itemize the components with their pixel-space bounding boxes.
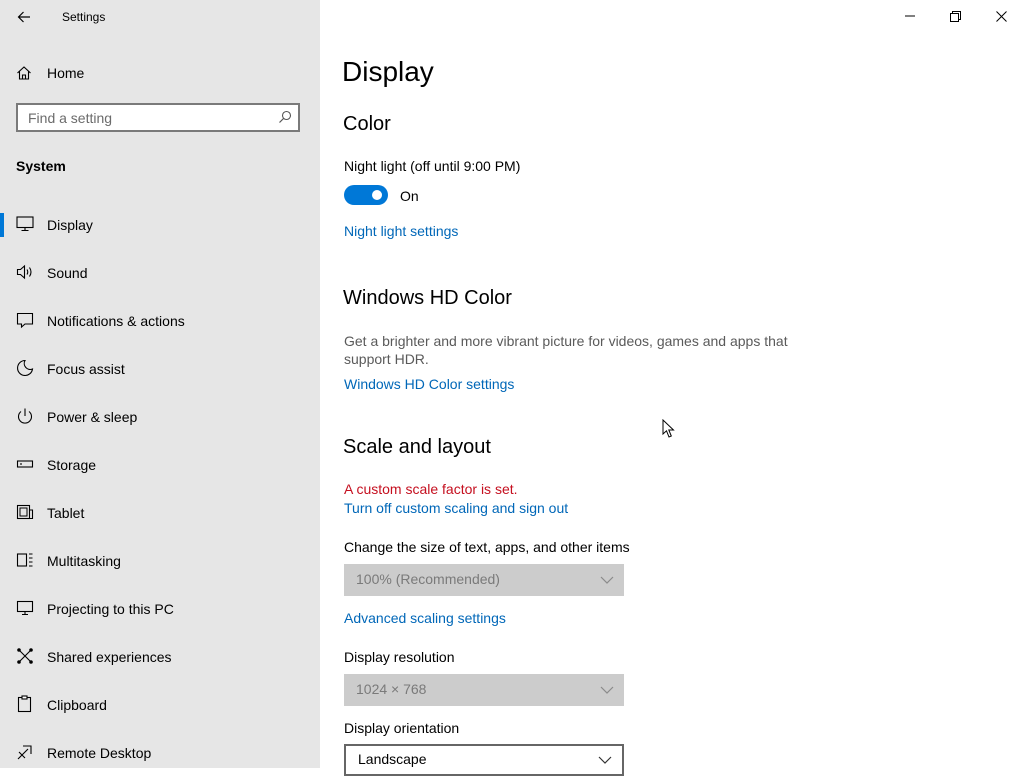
hd-color-settings-link[interactable]: Windows HD Color settings <box>344 376 514 392</box>
mouse-cursor-icon <box>662 419 675 438</box>
night-light-settings-link[interactable]: Night light settings <box>344 223 458 239</box>
search-box <box>16 103 300 132</box>
restore-button[interactable] <box>932 0 978 32</box>
sidebar-item-label: Notifications & actions <box>47 313 185 329</box>
sidebar-item-label: Storage <box>47 457 97 473</box>
sidebar-item-sound[interactable]: Sound <box>0 249 320 297</box>
minimize-icon <box>905 15 915 17</box>
sidebar-item-label: Shared experiences <box>47 649 172 665</box>
scale-layout-heading: Scale and layout <box>343 436 491 458</box>
sidebar-item-label: Projecting to this PC <box>47 601 174 617</box>
sidebar-nav: Display Sound Notifications & actions Fo… <box>0 201 320 777</box>
restore-icon <box>949 10 961 22</box>
scale-dropdown[interactable]: 100% (Recommended) <box>344 564 624 596</box>
home-nav-item[interactable]: Home <box>0 58 320 90</box>
sidebar-item-label: Power & sleep <box>47 409 138 425</box>
chevron-down-icon <box>600 576 614 584</box>
sidebar-item-projecting[interactable]: Projecting to this PC <box>0 585 320 633</box>
sidebar-item-storage[interactable]: Storage <box>0 441 320 489</box>
scale-dropdown-value: 100% (Recommended) <box>356 571 500 587</box>
close-button[interactable] <box>978 0 1024 32</box>
sidebar-item-label: Display <box>47 217 93 233</box>
color-heading: Color <box>343 113 391 135</box>
sidebar-item-notifications[interactable]: Notifications & actions <box>0 297 320 345</box>
sidebar-item-multitasking[interactable]: Multitasking <box>0 537 320 585</box>
home-icon <box>17 66 31 80</box>
section-header-system: System <box>16 158 66 174</box>
monitor-icon <box>16 216 34 232</box>
chevron-down-icon <box>598 756 612 764</box>
resolution-label: Display resolution <box>344 649 455 665</box>
sidebar-item-tablet[interactable]: Tablet <box>0 489 320 537</box>
scale-size-label: Change the size of text, apps, and other… <box>344 539 630 555</box>
active-indicator <box>0 213 4 237</box>
search-icon[interactable] <box>278 110 292 124</box>
toggle-state-label: On <box>400 188 419 204</box>
sidebar: Settings Home System Display So <box>0 0 320 768</box>
sidebar-item-label: Tablet <box>47 505 85 521</box>
sidebar-item-label: Clipboard <box>47 697 107 713</box>
remote-desktop-icon <box>17 745 32 760</box>
notification-icon <box>16 312 34 329</box>
tablet-icon <box>16 504 34 520</box>
turn-off-custom-scaling-link[interactable]: Turn off custom scaling and sign out <box>344 500 568 516</box>
sidebar-item-label: Multitasking <box>47 553 121 569</box>
sidebar-item-display[interactable]: Display <box>0 201 320 249</box>
sidebar-item-clipboard[interactable]: Clipboard <box>0 681 320 729</box>
night-light-label: Night light (off until 9:00 PM) <box>344 158 521 174</box>
multitasking-icon <box>16 553 33 567</box>
power-icon <box>17 408 33 424</box>
toggle-knob <box>372 190 382 200</box>
page-title: Display <box>342 56 434 87</box>
sidebar-item-shared-experiences[interactable]: Shared experiences <box>0 633 320 681</box>
hd-color-heading: Windows HD Color <box>343 287 512 309</box>
sidebar-item-focus-assist[interactable]: Focus assist <box>0 345 320 393</box>
moon-icon <box>17 359 34 377</box>
resolution-dropdown-value: 1024 × 768 <box>356 681 427 697</box>
hd-color-description: Get a brighter and more vibrant picture … <box>344 333 788 367</box>
advanced-scaling-link[interactable]: Advanced scaling settings <box>344 610 506 626</box>
main-content: Display Color Night light (off until 9:0… <box>320 0 1024 776</box>
search-input[interactable] <box>18 105 278 130</box>
minimize-button[interactable] <box>887 0 933 32</box>
back-button[interactable] <box>10 5 38 29</box>
sidebar-item-label: Sound <box>47 265 88 281</box>
storage-icon <box>16 460 34 468</box>
sidebar-item-remote-desktop[interactable]: Remote Desktop <box>0 729 320 777</box>
speaker-icon <box>16 264 32 280</box>
night-light-toggle[interactable] <box>344 185 388 205</box>
orientation-dropdown[interactable]: Landscape <box>344 744 624 776</box>
chevron-down-icon <box>600 686 614 694</box>
home-label: Home <box>47 65 85 81</box>
app-title: Settings <box>62 10 106 24</box>
orientation-label: Display orientation <box>344 720 460 736</box>
projecting-icon <box>16 600 34 616</box>
shared-experiences-icon <box>17 648 33 664</box>
clipboard-icon <box>17 695 32 713</box>
resolution-dropdown[interactable]: 1024 × 768 <box>344 674 624 706</box>
close-icon <box>995 10 1007 22</box>
back-arrow-icon <box>17 11 30 23</box>
orientation-dropdown-value: Landscape <box>358 751 427 767</box>
sidebar-item-label: Focus assist <box>47 361 125 377</box>
sidebar-item-label: Remote Desktop <box>47 745 152 761</box>
sidebar-item-power-sleep[interactable]: Power & sleep <box>0 393 320 441</box>
custom-scale-warning: A custom scale factor is set. <box>344 481 518 497</box>
